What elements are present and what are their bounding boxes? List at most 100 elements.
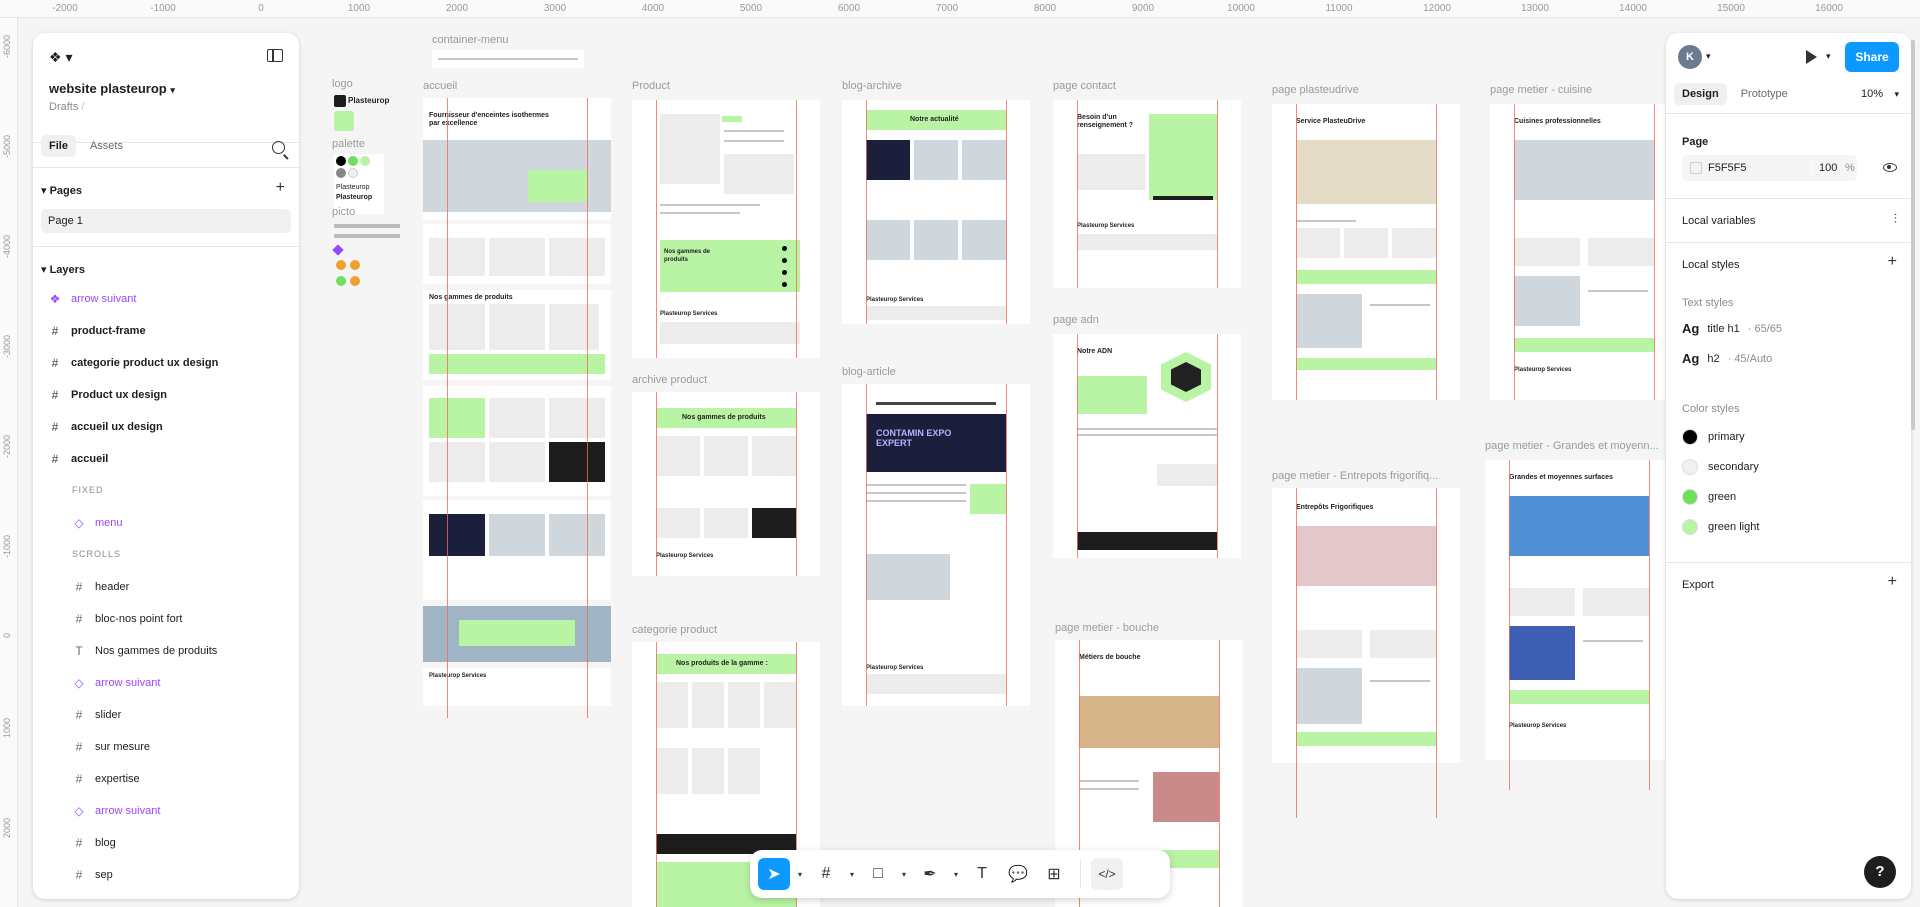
frame-label[interactable]: categorie product <box>632 624 717 636</box>
layer-item[interactable]: ◇ menu <box>41 511 291 535</box>
tab-prototype[interactable]: Prototype <box>1733 83 1796 105</box>
layer-item[interactable]: # sep <box>41 863 291 887</box>
frame-label[interactable]: archive product <box>632 374 707 386</box>
layer-item[interactable]: # bloc-nos point fort <box>41 607 291 631</box>
layer-item[interactable]: # header <box>41 575 291 599</box>
text-style-item[interactable]: Ag h2 · 45/Auto <box>1682 351 1772 366</box>
page-plasteudrive-frame[interactable]: Service PlasteuDrive <box>1272 104 1460 400</box>
fill-opacity[interactable]: 100 <box>1812 162 1837 174</box>
properties-scrollbar[interactable] <box>1911 40 1915 430</box>
layer-item[interactable]: # blog <box>41 831 291 855</box>
frame-tool-chevron-icon[interactable]: ▾ <box>846 870 858 879</box>
tab-file[interactable]: File <box>41 135 76 157</box>
frame-label[interactable]: picto <box>332 206 355 218</box>
logo-frame[interactable]: Plasteurop <box>334 93 389 131</box>
frame-label[interactable]: container-menu <box>432 34 508 46</box>
frame-label[interactable]: blog-article <box>842 366 896 378</box>
accueil-frame[interactable]: Fournisseur d'enceintes isothermes par e… <box>423 98 611 706</box>
color-style-item[interactable]: green <box>1682 489 1736 505</box>
present-play-icon[interactable] <box>1806 50 1817 64</box>
frame-label[interactable]: page metier - bouche <box>1055 622 1159 634</box>
layer-item[interactable]: T Nos gammes de produits <box>41 639 291 663</box>
layer-item[interactable]: # Product ux design <box>41 383 291 407</box>
layer-item[interactable]: # accueil <box>41 447 291 471</box>
layer-item[interactable]: # slider <box>41 703 291 727</box>
page-metier-grandes-frame[interactable]: Grandes et moyennes surfaces Plasteurop … <box>1485 460 1665 760</box>
sidebar-toggle-icon[interactable] <box>267 49 283 62</box>
picto-frame[interactable] <box>332 220 404 290</box>
frame-tool-icon[interactable]: # <box>810 858 842 890</box>
frame-label[interactable]: page metier - Grandes et moyenn... <box>1485 440 1659 452</box>
container-menu-frame[interactable] <box>432 50 584 68</box>
page-item[interactable]: Page 1 <box>41 209 291 233</box>
page-metier-entrepots-frame[interactable]: Entrepôts Frigorifiques <box>1272 488 1460 763</box>
file-location[interactable]: Drafts / <box>49 101 84 113</box>
layer-item[interactable]: # categorie product ux design <box>41 351 291 375</box>
pen-tool-icon[interactable]: ✒ <box>914 858 946 890</box>
color-style-item[interactable]: primary <box>1682 429 1745 445</box>
shape-tool-icon[interactable]: □ <box>862 858 894 890</box>
page-contact-frame[interactable]: Besoin d'un renseignement ? Plasteurop S… <box>1053 100 1241 288</box>
avatar-menu-chevron-icon[interactable]: ▾ <box>1706 51 1711 62</box>
palette-frame[interactable]: Plasteurop Plasteurop <box>334 154 384 214</box>
product-frame[interactable]: Nos gammes de produits Plasteurop Servic… <box>632 100 820 358</box>
add-style-icon[interactable]: + <box>1888 253 1897 271</box>
actions-tool-icon[interactable]: ⊞ <box>1038 858 1070 890</box>
add-export-icon[interactable]: + <box>1888 573 1897 591</box>
fill-swatch[interactable] <box>1690 162 1702 174</box>
move-tool-icon[interactable]: ➤ <box>758 858 790 890</box>
visibility-eye-icon[interactable] <box>1883 163 1897 172</box>
text-tool-icon[interactable]: T <box>966 858 998 890</box>
search-icon[interactable] <box>272 141 285 154</box>
text-style-item[interactable]: Ag title h1 · 65/65 <box>1682 321 1782 336</box>
move-tool-chevron-icon[interactable]: ▾ <box>794 870 806 879</box>
layer-item[interactable]: ◇ arrow suivant <box>41 671 291 695</box>
file-name[interactable]: website plasteurop ▾ <box>49 81 175 96</box>
pages-heading[interactable]: ▾ Pages <box>41 184 82 197</box>
help-button[interactable]: ? <box>1864 856 1896 888</box>
frame-label[interactable]: accueil <box>423 80 457 92</box>
layer-item[interactable]: ◇ arrow suivant <box>41 799 291 823</box>
layer-item[interactable]: # expertise <box>41 767 291 791</box>
tab-design[interactable]: Design <box>1674 83 1727 105</box>
blog-article-frame[interactable]: CONTAMIN EXPO EXPERT Plasteurop Services <box>842 384 1030 706</box>
color-style-item[interactable]: secondary <box>1682 459 1759 475</box>
tab-assets[interactable]: Assets <box>82 135 131 157</box>
layer-item[interactable]: # accueil ux design <box>41 415 291 439</box>
frame-label[interactable]: Product <box>632 80 670 92</box>
layer-item[interactable]: # product-frame <box>41 319 291 343</box>
local-variables-row[interactable]: Local variables ⫶ <box>1666 198 1911 242</box>
dev-mode-toggle-icon[interactable]: </> <box>1091 858 1123 890</box>
add-page-icon[interactable]: + <box>276 179 285 197</box>
page-fill-field[interactable]: F5F5F5 100 % <box>1682 155 1857 181</box>
frame-label[interactable]: logo <box>332 78 353 90</box>
page-metier-cuisine-frame[interactable]: Cuisines professionnelles Plasteurop Ser… <box>1490 104 1665 400</box>
zoom-chevron-icon[interactable]: ▾ <box>1894 89 1899 100</box>
layer-item[interactable]: ❖ arrow suivant <box>41 287 291 311</box>
archive-product-frame[interactable]: Nos gammes de produits Plasteurop Servic… <box>632 392 820 576</box>
share-button[interactable]: Share <box>1845 42 1899 72</box>
variables-settings-icon[interactable]: ⫶ <box>1894 211 1897 227</box>
layer-item[interactable]: # sur mesure <box>41 735 291 759</box>
color-style-item[interactable]: green light <box>1682 519 1759 535</box>
design-canvas[interactable]: container-menu logo Plasteurop palette P… <box>300 18 1665 907</box>
zoom-level[interactable]: 10% <box>1861 88 1883 100</box>
frame-label[interactable]: page adn <box>1053 314 1099 326</box>
frame-label[interactable]: page metier - cuisine <box>1490 84 1592 96</box>
user-avatar[interactable]: K <box>1678 45 1702 69</box>
frame-label[interactable]: palette <box>332 138 365 150</box>
frame-label[interactable]: page metier - Entrepots frigorifiq... <box>1272 470 1438 482</box>
layer-item[interactable]: ❖o_footer <box>41 893 291 899</box>
blog-archive-frame[interactable]: Notre actualité Plasteurop Services <box>842 100 1030 324</box>
comment-tool-icon[interactable]: 💬 <box>1002 858 1034 890</box>
frame-label[interactable]: page contact <box>1053 80 1116 92</box>
main-menu-button[interactable]: ❖ ▾ <box>49 49 72 66</box>
pen-tool-chevron-icon[interactable]: ▾ <box>950 870 962 879</box>
shape-tool-chevron-icon[interactable]: ▾ <box>898 870 910 879</box>
layers-heading[interactable]: ▾ Layers <box>41 263 85 276</box>
fill-hex[interactable]: F5F5F5 <box>1708 162 1747 174</box>
frame-label[interactable]: page plasteudrive <box>1272 84 1359 96</box>
frame-label[interactable]: blog-archive <box>842 80 902 92</box>
present-options-chevron-icon[interactable]: ▾ <box>1826 51 1831 62</box>
page-adn-frame[interactable]: Notre ADN <box>1053 334 1241 558</box>
